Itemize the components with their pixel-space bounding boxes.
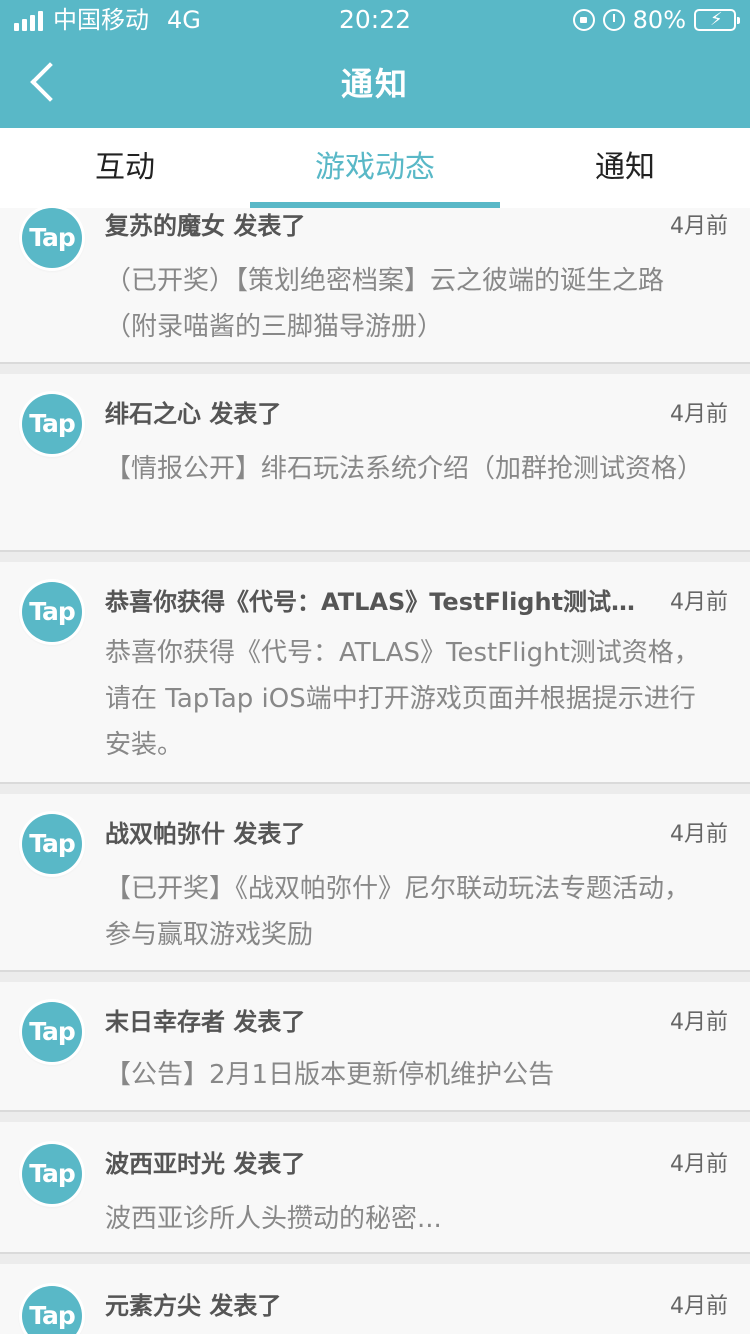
battery-icon: ⚡ bbox=[694, 9, 740, 31]
avatar: Tap bbox=[22, 1144, 82, 1204]
tab-notice[interactable]: 通知 bbox=[500, 128, 750, 208]
battery-percent: 80% bbox=[632, 6, 686, 34]
tab-interaction[interactable]: 互动 bbox=[0, 128, 250, 208]
list-item[interactable]: Tap 战双帕弥什 发表了 4月前 【已开奖】《战双帕弥什》尼尔联动玩法专题活动… bbox=[0, 794, 750, 972]
sender-label: 战双帕弥什 发表了 bbox=[105, 820, 306, 848]
avatar: Tap bbox=[22, 582, 82, 642]
list-item[interactable]: Tap 波西亚时光 发表了 4月前 波西亚诊所人头攒动的秘密... bbox=[0, 1122, 750, 1254]
sender-label: 绯石之心 发表了 bbox=[105, 400, 282, 428]
notification-body: 波西亚诊所人头攒动的秘密... bbox=[105, 1204, 442, 1234]
list-item[interactable]: Tap 复苏的魔女 发表了 4月前 （已开奖）【策划绝密档案】云之彼端的诞生之路… bbox=[0, 208, 750, 364]
time-label: 4月前 bbox=[670, 402, 728, 427]
notification-body: （已开奖）【策划绝密档案】云之彼端的诞生之路（附录喵酱的三脚猫导游册） bbox=[105, 266, 665, 342]
notification-body: 【已开奖】《战双帕弥什》尼尔联动玩法专题活动，参与赢取游戏奖励 bbox=[105, 874, 691, 950]
time-label: 4月前 bbox=[670, 1010, 728, 1035]
time-label: 4月前 bbox=[670, 1152, 728, 1177]
sender-label: 元素方尖 发表了 bbox=[105, 1292, 282, 1320]
list-item[interactable]: Tap 绯石之心 发表了 4月前 【情报公开】绯石玩法系统介绍（加群抢测试资格） bbox=[0, 374, 750, 552]
nav-bar: 通知 bbox=[0, 40, 750, 128]
sender-label: 恭喜你获得《代号：ATLAS》TestFlight测试… bbox=[105, 588, 636, 616]
avatar: Tap bbox=[22, 814, 82, 874]
avatar: Tap bbox=[22, 208, 82, 268]
list-item[interactable]: Tap 元素方尖 发表了 4月前 bbox=[0, 1264, 750, 1334]
time-label: 4月前 bbox=[670, 822, 728, 847]
notification-body: 【公告】2月1日版本更新停机维护公告 bbox=[105, 1060, 555, 1090]
time-label: 4月前 bbox=[670, 1294, 728, 1319]
status-bar: 中国移动 4G 20:22 80% ⚡ bbox=[0, 0, 750, 40]
tab-game-news[interactable]: 游戏动态 bbox=[250, 128, 500, 208]
time-label: 4月前 bbox=[670, 214, 728, 239]
avatar: Tap bbox=[22, 1002, 82, 1062]
list-item[interactable]: Tap 末日幸存者 发表了 4月前 【公告】2月1日版本更新停机维护公告 bbox=[0, 982, 750, 1112]
list-item[interactable]: Tap 恭喜你获得《代号：ATLAS》TestFlight测试… 4月前 恭喜你… bbox=[0, 562, 750, 784]
page-title: 通知 bbox=[340, 65, 409, 103]
notification-list[interactable]: Tap 复苏的魔女 发表了 4月前 （已开奖）【策划绝密档案】云之彼端的诞生之路… bbox=[0, 208, 750, 1334]
sender-label: 复苏的魔女 发表了 bbox=[105, 212, 306, 240]
avatar: Tap bbox=[22, 394, 82, 454]
orientation-lock-icon bbox=[572, 9, 595, 31]
sender-label: 波西亚时光 发表了 bbox=[105, 1150, 306, 1178]
notification-body: 【情报公开】绯石玩法系统介绍（加群抢测试资格） bbox=[105, 454, 704, 484]
header: 中国移动 4G 20:22 80% ⚡ 通知 bbox=[0, 0, 750, 128]
alarm-icon bbox=[602, 9, 625, 31]
status-right: 80% ⚡ bbox=[572, 0, 740, 40]
active-tab-indicator bbox=[250, 202, 500, 208]
charging-icon: ⚡ bbox=[710, 9, 723, 30]
avatar: Tap bbox=[22, 1286, 82, 1334]
notification-body: 恭喜你获得《代号：ATLAS》TestFlight测试资格，请在 TapTap … bbox=[105, 638, 700, 760]
tab-bar: 互动 游戏动态 通知 bbox=[0, 128, 750, 208]
sender-label: 末日幸存者 发表了 bbox=[105, 1008, 306, 1036]
time-label: 4月前 bbox=[670, 590, 728, 615]
